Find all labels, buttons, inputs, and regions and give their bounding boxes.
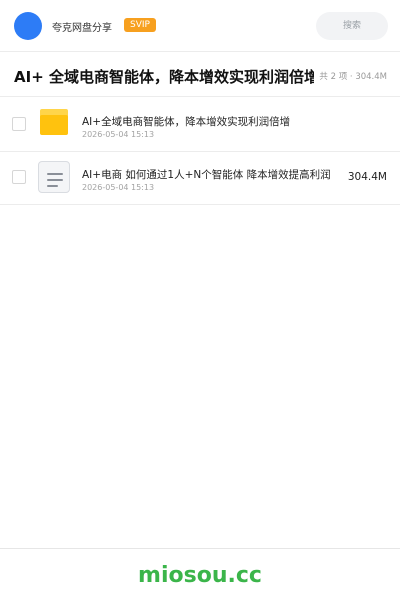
folder-summary: 共 2 项 · 304.4M <box>319 72 387 82</box>
footer-bar: miosou.cc <box>0 548 400 600</box>
folder-icon <box>40 109 68 135</box>
page-title: AI+ 全域电商智能体，降本增效实现利润倍增 <box>14 68 314 86</box>
avatar[interactable] <box>14 12 42 40</box>
file-date: 2026-05-04 15:13 <box>82 183 155 192</box>
header-bar: 夸克网盘分享 SVIP 搜索 <box>0 0 400 52</box>
document-icon <box>38 161 70 193</box>
svip-badge: SVIP <box>124 18 156 32</box>
file-date: 2026-05-04 15:13 <box>82 130 155 139</box>
select-checkbox[interactable] <box>12 117 26 131</box>
select-checkbox[interactable] <box>12 170 26 184</box>
file-name: AI+电商 如何通过1人+N个智能体 降本增效提高利润 <box>82 169 331 181</box>
file-size: 304.4M <box>347 171 387 183</box>
share-page: 夸克网盘分享 SVIP 搜索 AI+ 全域电商智能体，降本增效实现利润倍增 共 … <box>0 0 400 600</box>
folder-title-row: AI+ 全域电商智能体，降本增效实现利润倍增 共 2 项 · 304.4M <box>0 53 400 97</box>
search-input[interactable]: 搜索 <box>316 12 388 40</box>
share-owner-name: 夸克网盘分享 <box>52 23 112 34</box>
file-row-folder[interactable]: AI+全域电商智能体，降本增效实现利润倍增 2026-05-04 15:13 <box>0 98 400 152</box>
file-row-document[interactable]: AI+电商 如何通过1人+N个智能体 降本增效提高利润 2026-05-04 1… <box>0 151 400 205</box>
file-name: AI+全域电商智能体，降本增效实现利润倍增 <box>82 116 291 128</box>
watermark-text: miosou.cc <box>138 563 262 588</box>
